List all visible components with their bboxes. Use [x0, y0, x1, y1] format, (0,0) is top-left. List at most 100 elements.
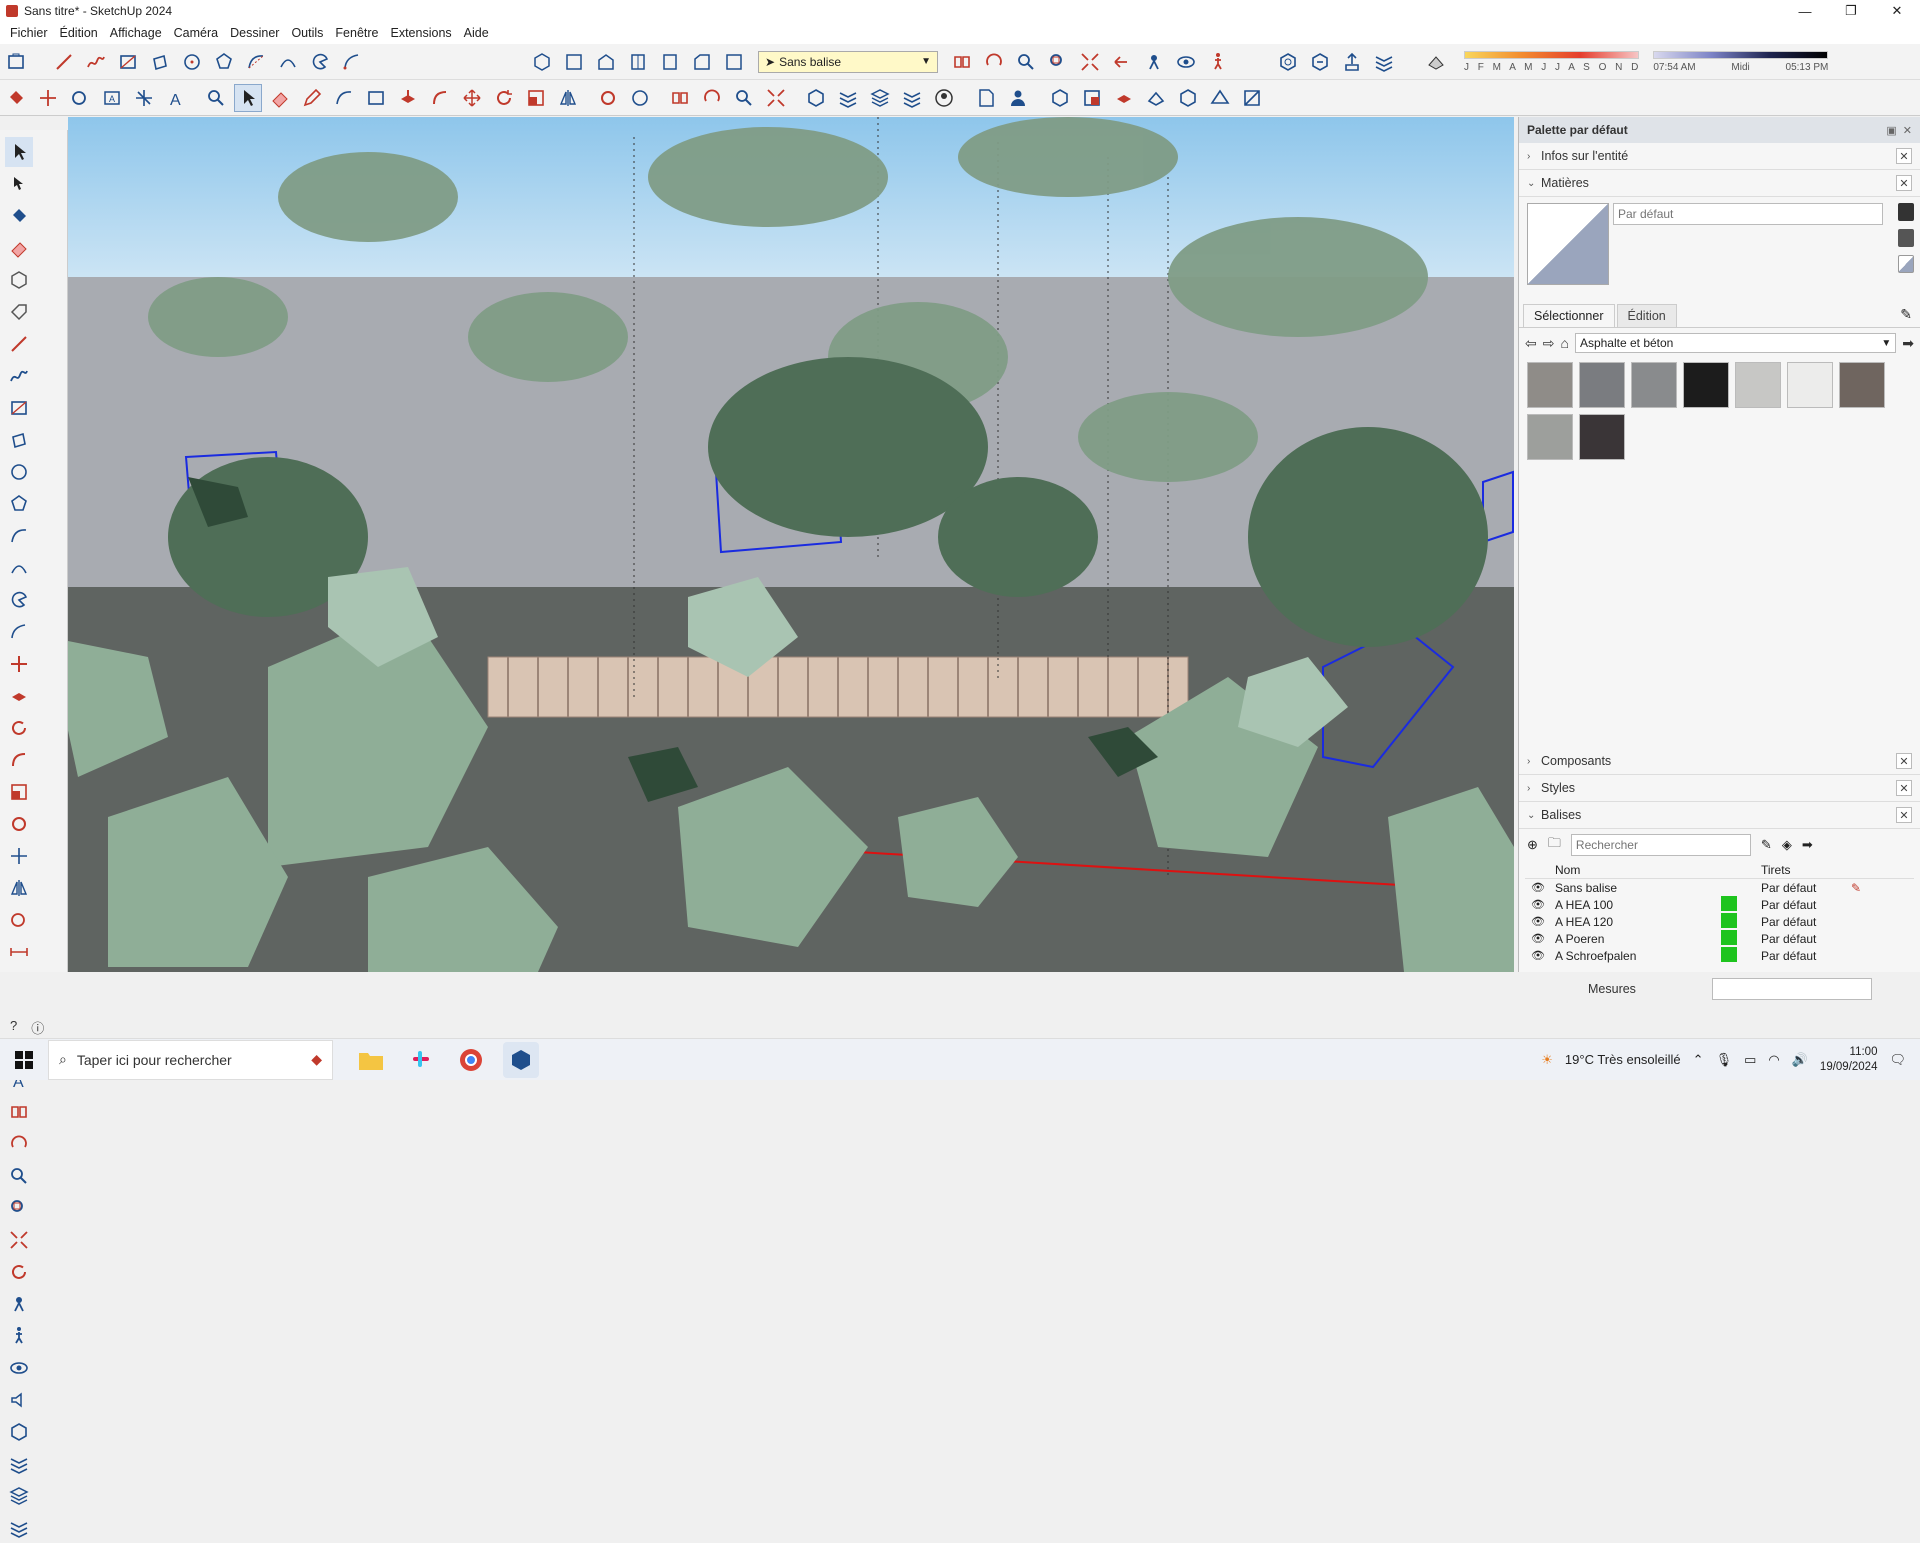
sample-paint-icon[interactable]: ✎	[1900, 306, 1912, 323]
section-plane-2-icon[interactable]	[666, 84, 694, 112]
flip-icon[interactable]	[554, 84, 582, 112]
sandbox-left-icon[interactable]	[5, 1513, 33, 1543]
axes-tool-icon[interactable]	[34, 84, 62, 112]
freehand-left-icon[interactable]	[5, 361, 33, 391]
tray-chevron-icon[interactable]: ⌃	[1693, 1052, 1704, 1068]
add-tag-icon[interactable]: ⊕	[1527, 837, 1538, 853]
scale-icon[interactable]	[522, 84, 550, 112]
weather-text[interactable]: 19°C Très ensoleillé	[1565, 1052, 1681, 1067]
layers-icon[interactable]	[834, 84, 862, 112]
table-row[interactable]: 👁 A HEA 120 Par défaut	[1525, 912, 1914, 930]
sandbox-icon[interactable]	[898, 84, 926, 112]
line-tool-icon[interactable]	[50, 48, 78, 76]
paint-bucket-icon[interactable]	[2, 84, 30, 112]
help-icon[interactable]: ?	[10, 1018, 17, 1037]
tag-tool-icon[interactable]	[5, 297, 33, 327]
tape-left-icon[interactable]	[5, 905, 33, 935]
axes-left-icon[interactable]	[5, 841, 33, 871]
close-icon[interactable]: ✕	[1896, 175, 1912, 191]
three-point-arc-icon[interactable]	[338, 48, 366, 76]
tag-tool-icon[interactable]: ✎	[1761, 837, 1772, 853]
forward-icon[interactable]: ⇨	[1543, 335, 1555, 352]
menu-extensions[interactable]: Extensions	[385, 26, 458, 40]
close-button[interactable]: ✕	[1874, 0, 1920, 22]
section-fill-icon[interactable]	[1238, 84, 1266, 112]
eye-icon[interactable]: 👁	[1525, 881, 1551, 894]
menu-fichier[interactable]: Fichier	[4, 26, 54, 40]
tags-search-input[interactable]	[1570, 834, 1751, 856]
menu-fenetre[interactable]: Fenêtre	[329, 26, 384, 40]
circle-left-icon[interactable]	[5, 457, 33, 487]
weather-icon[interactable]: ☀	[1541, 1052, 1553, 1068]
warehouse-left-icon[interactable]	[5, 1417, 33, 1447]
eye-icon[interactable]: 👁	[1525, 915, 1551, 928]
section-plane-icon[interactable]	[948, 48, 976, 76]
sketchup-taskbar-icon[interactable]	[503, 1041, 539, 1078]
tags-column-dash[interactable]: Tirets	[1761, 863, 1851, 877]
section-entity-info[interactable]: › Infos sur l'entité ✕	[1519, 143, 1920, 170]
search-icon[interactable]	[202, 84, 230, 112]
eye-icon[interactable]: 👁	[1525, 949, 1551, 962]
rotated-rect-left-icon[interactable]	[5, 425, 33, 455]
dimension-left-icon[interactable]	[5, 937, 33, 967]
zoom-extents-left-icon[interactable]	[5, 1225, 33, 1255]
zoom-window-left-icon[interactable]	[5, 1193, 33, 1223]
orbit-2-icon[interactable]	[698, 84, 726, 112]
layout-left-icon[interactable]	[5, 1449, 33, 1479]
sound-left-icon[interactable]	[5, 1385, 33, 1415]
solid-subtract-icon[interactable]	[1078, 84, 1106, 112]
extension-warehouse-icon[interactable]	[1306, 48, 1334, 76]
zoom-icon[interactable]	[1012, 48, 1040, 76]
flip-left-icon[interactable]	[5, 873, 33, 903]
solid-intersect-icon[interactable]	[1142, 84, 1170, 112]
top-view-icon[interactable]	[560, 48, 588, 76]
move-icon[interactable]	[458, 84, 486, 112]
look-around-icon[interactable]	[1172, 48, 1200, 76]
rectangle-tool-icon[interactable]	[114, 48, 142, 76]
component-icon[interactable]	[5, 265, 33, 295]
polygon-left-icon[interactable]	[5, 489, 33, 519]
back-icon[interactable]: ⇦	[1525, 335, 1537, 352]
rotate-left-icon[interactable]	[5, 713, 33, 743]
right-view-icon[interactable]	[624, 48, 652, 76]
layout-icon[interactable]	[1370, 48, 1398, 76]
close-icon[interactable]: ✕	[1896, 753, 1912, 769]
zoom-extents-2-icon[interactable]	[762, 84, 790, 112]
shadows-toggle-icon[interactable]	[1422, 48, 1450, 76]
shapes-dropdown-icon[interactable]	[362, 84, 390, 112]
zoom-extents-icon[interactable]	[1076, 48, 1104, 76]
rotate-icon[interactable]	[490, 84, 518, 112]
active-tag-dropdown[interactable]: ➤ Sans balise ▼	[758, 50, 938, 73]
wifi-icon[interactable]: ◠	[1768, 1052, 1779, 1068]
default-material-icon[interactable]	[1898, 255, 1914, 273]
freehand-tool-icon[interactable]	[82, 48, 110, 76]
eraser-left-icon[interactable]	[5, 233, 33, 263]
position-camera-icon[interactable]	[1140, 48, 1168, 76]
model-viewport[interactable]	[68, 117, 1514, 972]
file-explorer-icon[interactable]	[353, 1042, 389, 1078]
table-row[interactable]: 👁 Sans balise Par défaut ✎	[1525, 879, 1914, 896]
back-view-icon[interactable]	[656, 48, 684, 76]
solid-trim-icon[interactable]	[1110, 84, 1138, 112]
tag-color-swatch[interactable]	[1721, 929, 1737, 945]
3d-text-icon[interactable]: A	[162, 84, 190, 112]
time-slider[interactable]	[1653, 50, 1829, 59]
taskbar-clock[interactable]: 11:00 19/09/2024	[1820, 1045, 1878, 1075]
material-swatch-item[interactable]	[1527, 414, 1573, 460]
info-icon[interactable]: ⓘ	[31, 1018, 44, 1037]
solid-split-icon[interactable]	[1174, 84, 1202, 112]
tag-color-swatch[interactable]	[1721, 895, 1737, 911]
arc-left-icon[interactable]	[5, 521, 33, 551]
menu-dessiner[interactable]: Dessiner	[224, 26, 285, 40]
paint-left-icon[interactable]	[5, 201, 33, 231]
menu-aide[interactable]: Aide	[458, 26, 495, 40]
warehouse-icon[interactable]	[1274, 48, 1302, 76]
bottom-view-icon[interactable]	[720, 48, 748, 76]
display-secondary-icon[interactable]	[1898, 229, 1914, 247]
walk-icon[interactable]	[1204, 48, 1232, 76]
material-swatch-item[interactable]	[1631, 362, 1677, 408]
material-swatch-item[interactable]	[1579, 362, 1625, 408]
select-left-icon[interactable]	[5, 137, 33, 167]
share-model-icon[interactable]	[1338, 48, 1366, 76]
slack-icon[interactable]	[403, 1042, 439, 1078]
